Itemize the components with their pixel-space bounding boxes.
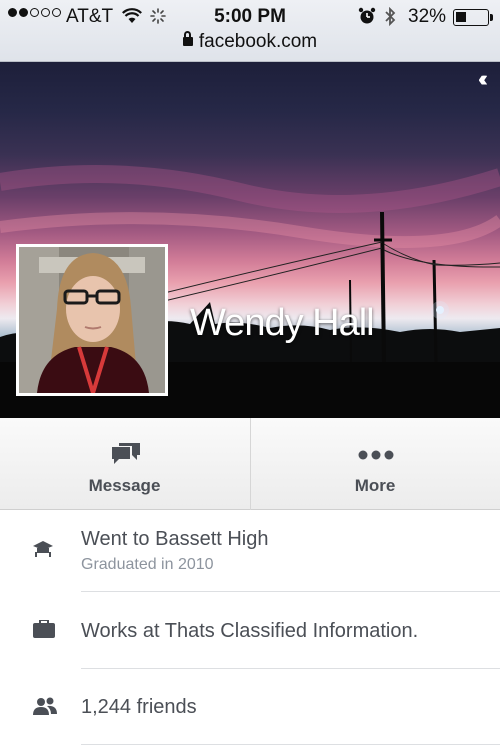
education-subtitle: Graduated in 2010: [81, 556, 214, 573]
message-icon: [110, 441, 142, 472]
cover-photo[interactable]: ‹‹‹ Wendy Hall: [0, 62, 500, 418]
lock-icon: [182, 31, 193, 48]
collapse-chevrons-icon[interactable]: ‹‹‹: [478, 66, 488, 92]
work-title: Works at Thats Classified Information.: [81, 620, 419, 642]
friends-row[interactable]: 1,244 friends: [0, 669, 500, 750]
battery-percent: 32%: [408, 6, 447, 27]
message-label: Message: [88, 476, 161, 495]
profile-name: Wendy Hall: [190, 302, 375, 344]
education-icon: [33, 541, 53, 564]
work-row[interactable]: Works at Thats Classified Information.: [0, 592, 500, 668]
alarm-icon: [358, 7, 376, 31]
bluetooth-icon: [383, 6, 397, 33]
status-bar: AT&T 5:00 PM 32% facebook.com: [0, 0, 500, 62]
battery-icon: [453, 9, 493, 26]
more-label: More: [354, 476, 396, 495]
profile-picture[interactable]: [16, 244, 168, 396]
education-title: Went to Bassett High: [81, 528, 269, 550]
profile-actions: Message More: [0, 418, 500, 510]
message-button[interactable]: Message: [0, 418, 249, 510]
friends-count: 1,244 friends: [81, 696, 197, 718]
more-icon: [358, 447, 394, 465]
education-row[interactable]: Went to Bassett High Graduated in 2010: [0, 510, 500, 592]
more-button[interactable]: More: [250, 418, 499, 510]
friends-icon: [33, 697, 57, 720]
divider: [81, 744, 500, 745]
work-icon: [33, 619, 55, 643]
url-text: facebook.com: [198, 31, 318, 52]
address-bar[interactable]: facebook.com: [0, 31, 500, 53]
